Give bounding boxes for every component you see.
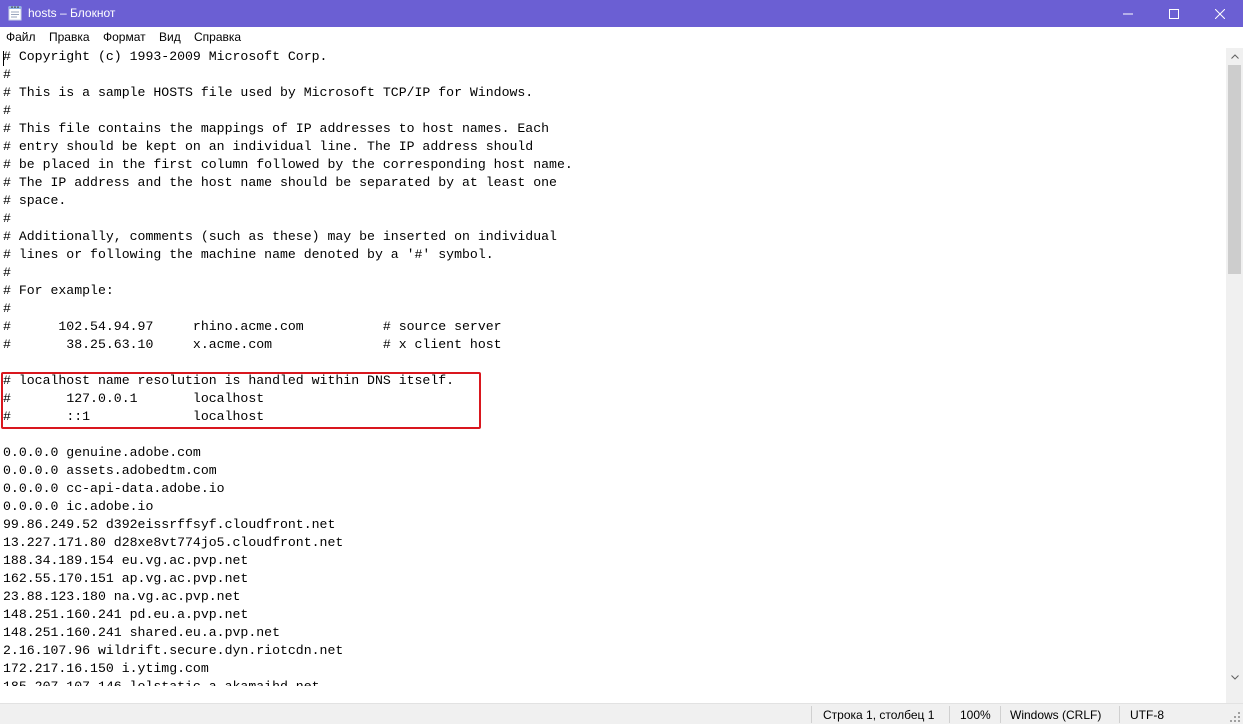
text-caret: [3, 51, 4, 66]
scroll-down-button[interactable]: [1226, 669, 1243, 686]
status-bar: Строка 1, столбец 1 100% Windows (CRLF) …: [0, 703, 1243, 724]
title-bar[interactable]: hosts – Блокнот: [0, 0, 1243, 27]
status-line-endings: Windows (CRLF): [1010, 708, 1102, 722]
localhost-highlight-box: [1, 372, 481, 429]
scrollbar-corner: [1226, 686, 1243, 703]
text-editor[interactable]: # Copyright (c) 1993-2009 Microsoft Corp…: [0, 48, 1226, 686]
menu-help[interactable]: Справка: [194, 30, 241, 45]
menu-bar: Файл Правка Формат Вид Справка: [0, 27, 1243, 48]
menu-file[interactable]: Файл: [6, 30, 36, 45]
minimize-icon: [1123, 13, 1133, 14]
status-separator: [1000, 706, 1001, 723]
scrollbar-thumb[interactable]: [1228, 65, 1241, 274]
notepad-window: hosts – Блокнот Файл Правка Формат Вид С…: [0, 0, 1243, 724]
scroll-down-arrow-icon: [1230, 675, 1239, 680]
status-separator: [949, 706, 950, 723]
status-separator: [811, 706, 812, 723]
scroll-up-button[interactable]: [1226, 48, 1243, 65]
minimize-button[interactable]: [1105, 0, 1151, 27]
menu-format[interactable]: Формат: [103, 30, 146, 45]
horizontal-scroll-area: [0, 686, 1226, 703]
window-title: hosts – Блокнот: [28, 6, 116, 20]
status-encoding: UTF-8: [1130, 708, 1164, 722]
scroll-up-arrow-icon: [1230, 54, 1239, 59]
resize-grip-icon[interactable]: [1229, 711, 1241, 723]
close-button[interactable]: [1197, 0, 1243, 27]
vertical-scrollbar[interactable]: [1226, 48, 1243, 703]
editor-content[interactable]: # Copyright (c) 1993-2009 Microsoft Corp…: [3, 48, 573, 686]
notepad-icon: [8, 6, 22, 21]
menu-edit[interactable]: Правка: [49, 30, 90, 45]
menu-view[interactable]: Вид: [159, 30, 181, 45]
status-zoom: 100%: [960, 708, 991, 722]
close-icon: [1215, 8, 1225, 19]
status-cursor-position: Строка 1, столбец 1: [823, 708, 935, 722]
status-separator: [1119, 706, 1120, 723]
maximize-button[interactable]: [1151, 0, 1197, 27]
maximize-icon: [1169, 8, 1179, 19]
